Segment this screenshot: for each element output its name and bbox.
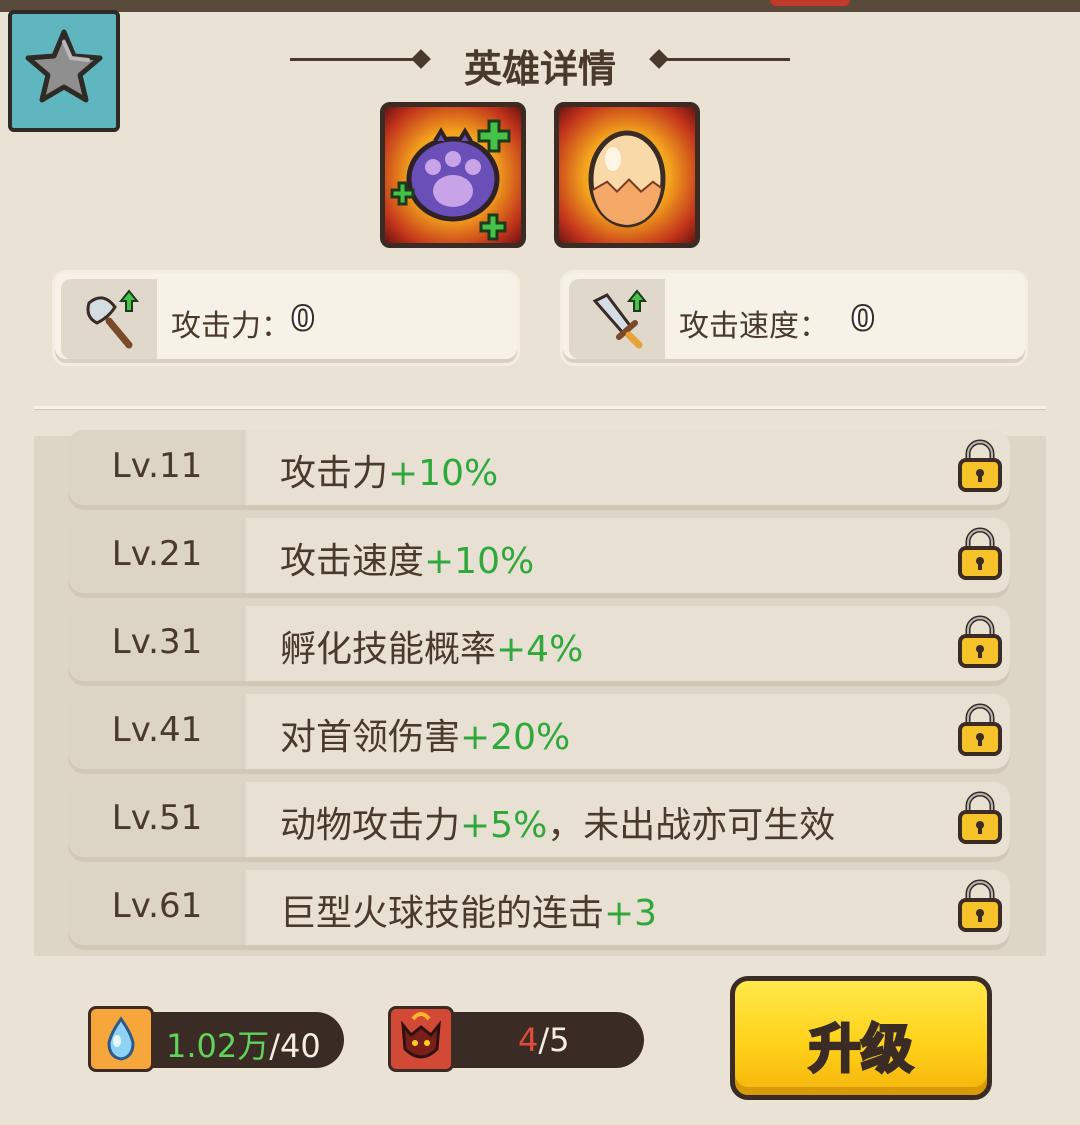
egg-icon — [588, 130, 666, 228]
bonus-suffix: ，未出战亦可生效 — [547, 805, 836, 846]
lock-icon — [958, 879, 1002, 932]
level-label: Lv.61 — [111, 886, 203, 926]
lock-icon — [958, 527, 1002, 580]
stat-attack-icon-box — [61, 279, 157, 359]
bonus-value: +5% — [460, 805, 548, 846]
upgrade-button-label: 升级 — [807, 1019, 914, 1082]
shard-count: 4/5 — [518, 1021, 570, 1059]
lock-icon — [958, 615, 1002, 668]
sword-icon — [592, 289, 648, 349]
paw-icon — [390, 119, 511, 241]
bonus-value: +10% — [388, 453, 499, 494]
level-label: Lv.41 — [111, 710, 203, 750]
level-bonus-list[interactable]: Lv.11 攻击力+10% Lv.21 攻击速度+10% Lv.31 孵化技能概… — [34, 430, 1046, 956]
level-label: Lv.31 — [111, 622, 203, 662]
lock-icon — [958, 439, 1002, 492]
bonus-value: +10% — [424, 541, 535, 582]
skill-paw[interactable] — [380, 102, 526, 248]
bonus-name: 巨型火球技能的连击 — [280, 893, 605, 934]
essence-count: 1.02万/40 — [166, 1021, 321, 1067]
level-row: Lv.31 孵化技能概率+4% — [68, 606, 1010, 686]
bonus-name: 对首领伤害 — [280, 717, 461, 758]
shard-need: /5 — [538, 1021, 570, 1059]
level-row: Lv.51 动物攻击力+5%，未出战亦可生效 — [68, 782, 1010, 862]
hero-portrait-icon — [401, 1012, 441, 1059]
level-row: Lv.61 巨型火球技能的连击+3 — [68, 870, 1010, 950]
star-icon — [25, 29, 103, 103]
page-title: 英雄详情 — [463, 47, 616, 91]
level-description: 对首领伤害+20% — [280, 708, 570, 760]
shard-have: 4 — [518, 1021, 539, 1059]
bonus-value: +4% — [496, 629, 584, 670]
level-description: 攻击力+10% — [280, 444, 498, 496]
stat-speed-icon-box — [569, 279, 665, 359]
level-label: Lv.11 — [111, 446, 203, 486]
level-row: Lv.11 攻击力+10% — [68, 430, 1010, 510]
bonus-value: +3 — [604, 893, 658, 934]
top-bar — [0, 0, 1080, 12]
section-divider — [34, 406, 1046, 410]
axe-icon — [86, 289, 140, 349]
upgrade-button[interactable]: 升级 — [730, 976, 992, 1100]
level-description: 攻击速度+10% — [280, 532, 534, 584]
essence-have: 1.02万 — [166, 1027, 270, 1065]
stat-attack: 攻击力： 0 — [52, 270, 520, 366]
skill-egg[interactable] — [554, 102, 700, 248]
bonus-name: 攻击速度 — [280, 541, 425, 582]
bonus-value: +20% — [460, 717, 571, 758]
stat-attack-value: 0 — [290, 298, 316, 340]
bonus-name: 孵化技能概率 — [280, 629, 497, 670]
lock-icon — [958, 791, 1002, 844]
stat-speed-value: 0 — [850, 298, 876, 340]
stat-attack-label: 攻击力： — [171, 309, 291, 344]
essence-need: /40 — [269, 1027, 321, 1065]
lock-icon — [958, 703, 1002, 756]
favorite-star-button[interactable] — [8, 10, 120, 132]
bonus-name: 攻击力 — [280, 453, 389, 494]
top-bar-accent — [770, 0, 850, 6]
bonus-name: 动物攻击力 — [280, 805, 461, 846]
stat-attack-speed: 攻击速度： 0 — [560, 270, 1028, 366]
essence-icon-box — [88, 1006, 154, 1072]
stat-speed-label: 攻击速度： — [679, 309, 829, 344]
level-label: Lv.51 — [111, 798, 203, 838]
title-header: 英雄详情 — [290, 30, 790, 91]
level-description: 孵化技能概率+4% — [280, 620, 583, 672]
level-description: 巨型火球技能的连击+3 — [280, 884, 657, 936]
level-label: Lv.21 — [111, 534, 203, 574]
hero-shard-icon-box — [388, 1006, 454, 1072]
level-row: Lv.21 攻击速度+10% — [68, 518, 1010, 598]
title-ornament-right — [665, 58, 790, 61]
level-description: 动物攻击力+5%，未出战亦可生效 — [280, 796, 835, 848]
essence-potion-icon — [107, 1016, 135, 1061]
level-row: Lv.41 对首领伤害+20% — [68, 694, 1010, 774]
